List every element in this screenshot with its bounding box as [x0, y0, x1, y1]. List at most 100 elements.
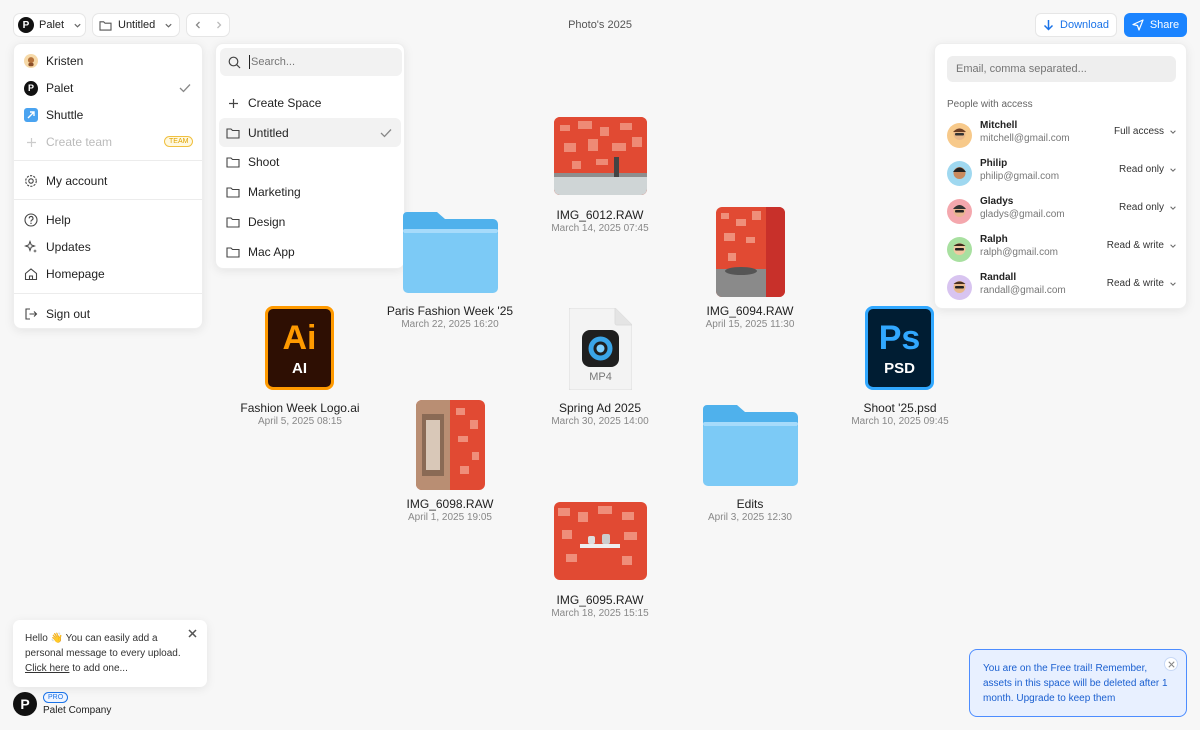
- homepage-label: Homepage: [46, 267, 105, 281]
- workspace-item-label: Shuttle: [46, 108, 84, 122]
- photo-thumbnail[interactable]: [554, 117, 647, 195]
- permission-label: Read & write: [1106, 240, 1164, 251]
- person-email: mitchell@gmail.com: [980, 133, 1070, 144]
- create-team-item[interactable]: Create team TEAM: [14, 129, 202, 155]
- space-item-label: Marketing: [248, 185, 301, 199]
- help-label: Help: [46, 213, 71, 227]
- search-input[interactable]: [251, 56, 391, 68]
- email-input[interactable]: [947, 56, 1176, 82]
- kristen-avatar-icon: [24, 54, 38, 68]
- permission-label: Read & write: [1106, 278, 1164, 289]
- sign-out-label: Sign out: [46, 307, 91, 321]
- permission-select[interactable]: Read & write: [1107, 278, 1177, 289]
- palet-logo-icon: P: [24, 80, 38, 96]
- palet-logo-icon: P: [13, 692, 37, 716]
- file-type-label: AI: [292, 360, 307, 377]
- shuttle-logo-icon: [24, 108, 38, 122]
- file-item[interactable]: Edits April 3, 2025 12:30: [670, 497, 830, 523]
- space-item-untitled[interactable]: Untitled: [219, 118, 401, 147]
- space-item-mac-app[interactable]: Mac App: [216, 239, 404, 265]
- close-icon[interactable]: [1164, 657, 1178, 671]
- file-item[interactable]: IMG_6012.RAW March 14, 2025 07:45: [520, 208, 680, 234]
- my-account-item[interactable]: My account: [14, 168, 202, 194]
- person-name: Gladys: [980, 196, 1014, 207]
- updates-item[interactable]: Updates: [14, 234, 202, 260]
- space-item-marketing[interactable]: Marketing: [216, 179, 404, 205]
- my-account-label: My account: [46, 174, 108, 188]
- photo-thumbnail[interactable]: [554, 502, 647, 580]
- account-name: Palet Company: [43, 705, 112, 716]
- search-field[interactable]: [220, 48, 402, 76]
- download-button[interactable]: Download: [1035, 13, 1117, 37]
- share-label: Share: [1149, 19, 1180, 31]
- sign-out-item[interactable]: Sign out: [14, 301, 202, 327]
- avatar: [947, 123, 972, 148]
- photoshop-file-icon[interactable]: Ps PSD: [865, 306, 934, 390]
- file-item[interactable]: Fashion Week Logo.ai April 5, 2025 08:15: [220, 401, 380, 427]
- file-type-label: MP4: [589, 371, 612, 383]
- workspace-item-shuttle[interactable]: Shuttle: [14, 102, 202, 128]
- create-space-item[interactable]: Create Space: [216, 90, 404, 116]
- person-row: Randall randall@gmail.com Read & write: [947, 272, 1177, 306]
- workspace-item-kristen[interactable]: Kristen: [14, 48, 202, 74]
- workspace-item-palet[interactable]: P Palet: [14, 75, 202, 101]
- folder-icon[interactable]: [703, 405, 798, 491]
- divider: [14, 293, 202, 294]
- file-item[interactable]: IMG_6098.RAW April 1, 2025 19:05: [370, 497, 530, 523]
- person-row: Philip philip@gmail.com Read only: [947, 158, 1177, 192]
- chevron-down-icon: [1169, 166, 1177, 174]
- download-icon: [1043, 19, 1054, 31]
- space-item-shoot[interactable]: Shoot: [216, 149, 404, 175]
- permission-select[interactable]: Read only: [1119, 202, 1177, 213]
- photo-thumbnail[interactable]: [416, 400, 485, 490]
- space-item-design[interactable]: Design: [216, 209, 404, 235]
- homepage-item[interactable]: Homepage: [14, 261, 202, 287]
- video-file-icon[interactable]: MP4: [568, 307, 633, 395]
- avatar: [947, 237, 972, 262]
- space-menu: Create Space Untitled Shoot Marketing De…: [215, 43, 405, 269]
- updates-label: Updates: [46, 240, 91, 254]
- space-item-label: Design: [248, 215, 286, 229]
- chevron-down-icon: [1169, 280, 1177, 288]
- permission-select[interactable]: Read & write: [1107, 240, 1177, 251]
- share-button[interactable]: Share: [1124, 13, 1187, 37]
- permission-label: Read only: [1118, 164, 1164, 175]
- account-switcher[interactable]: P PRO Palet Company: [13, 692, 143, 718]
- close-icon[interactable]: [188, 629, 197, 638]
- file-item[interactable]: Spring Ad 2025 March 30, 2025 14:00: [520, 401, 680, 427]
- file-item[interactable]: IMG_6095.RAW March 18, 2025 15:15: [520, 593, 680, 619]
- permission-label: Full access: [1113, 126, 1164, 137]
- file-item[interactable]: IMG_6094.RAW April 15, 2025 11:30: [670, 304, 830, 330]
- toast-text: Hello 👋 You can easily add a personal me…: [25, 633, 181, 659]
- folder-icon: [226, 126, 240, 140]
- divider: [14, 160, 202, 161]
- permission-select[interactable]: Full access: [1114, 126, 1177, 137]
- page-title: Photo's 2025: [568, 19, 632, 31]
- permission-select[interactable]: Read only: [1119, 164, 1177, 175]
- message-toast: Hello 👋 You can easily add a personal me…: [13, 620, 207, 687]
- file-item[interactable]: Paris Fashion Week '25 March 22, 2025 16…: [370, 304, 530, 330]
- space-item-label: Untitled: [248, 125, 289, 140]
- plus-icon: [226, 96, 240, 110]
- workspace-menu: Kristen P Palet Shuttle Create team TEAM…: [13, 43, 203, 329]
- team-badge: TEAM: [164, 136, 194, 147]
- chevron-down-icon: [1169, 204, 1177, 212]
- person-name: Ralph: [980, 234, 1008, 245]
- file-name: Paris Fashion Week '25: [386, 304, 514, 318]
- file-item[interactable]: Shoot '25.psd March 10, 2025 09:45: [820, 401, 980, 427]
- sparkle-icon: [24, 240, 38, 254]
- file-name: IMG_6095.RAW: [556, 593, 644, 607]
- person-email: philip@gmail.com: [980, 171, 1060, 182]
- folder-icon: [226, 245, 240, 259]
- photo-thumbnail[interactable]: [716, 207, 785, 297]
- plus-icon: [24, 135, 38, 149]
- trial-text: You are on the Free trail! Remember, ass…: [983, 663, 1168, 704]
- file-name: Spring Ad 2025: [558, 401, 642, 415]
- space-item-label: Shoot: [248, 155, 280, 169]
- file-date: April 1, 2025 19:05: [408, 512, 492, 523]
- illustrator-file-icon[interactable]: Ai AI: [265, 306, 334, 390]
- folder-icon[interactable]: [403, 212, 498, 298]
- help-item[interactable]: Help: [14, 207, 202, 233]
- trial-banner: You are on the Free trail! Remember, ass…: [969, 649, 1187, 717]
- add-message-link[interactable]: Click here: [25, 663, 69, 674]
